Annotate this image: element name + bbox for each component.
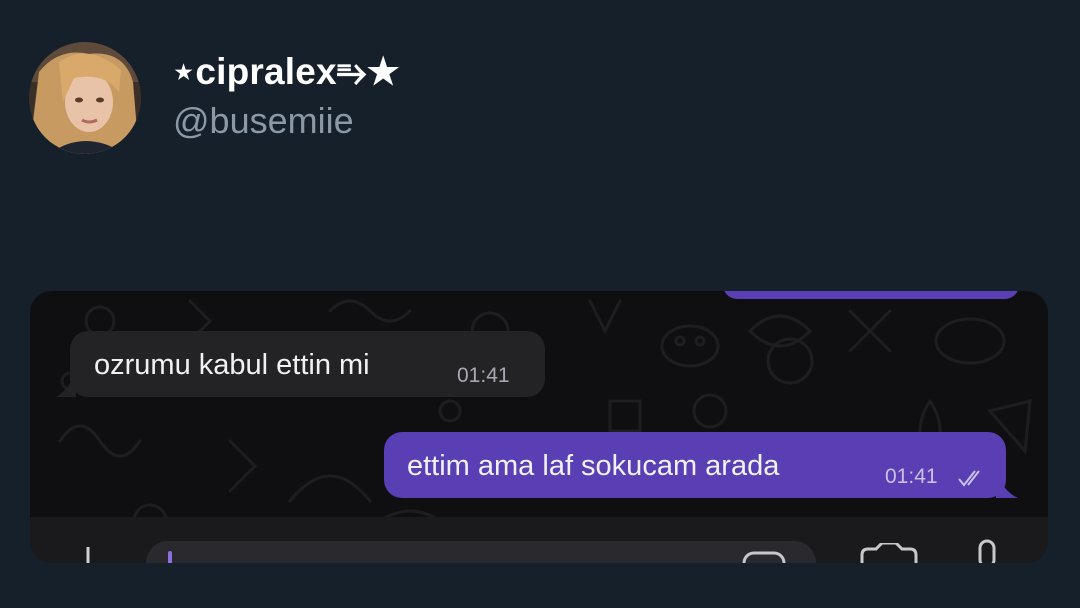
camera-icon[interactable] [858,543,920,563]
chat-screenshot-media[interactable]: ozrumu kabul ettin mi 01:41 ettim ama la… [30,291,1048,563]
avatar[interactable] [29,42,141,154]
text-caret [168,551,172,563]
display-name[interactable]: ⋆cipralex⥱★ [172,50,400,94]
message-input[interactable] [146,541,816,563]
mic-icon[interactable] [972,539,1002,563]
bubble-tail [996,472,1018,498]
outgoing-message-bubble[interactable]: ettim ama laf sokucam arada 01:41 [384,432,1018,498]
incoming-message-bubble[interactable]: ozrumu kabul ettin mi 01:41 [56,331,545,397]
user-handle[interactable]: @busemiie [173,100,354,142]
message-time: 01:41 [457,364,510,387]
plus-icon[interactable] [78,547,98,563]
message-composer [30,517,1048,563]
double-check-icon [958,470,980,487]
bubble-tail [56,371,76,397]
previous-message-bubble-edge [723,291,1019,299]
message-text: ozrumu kabul ettin mi [94,349,370,381]
message-text: ettim ama laf sokucam arada [407,450,780,482]
message-time: 01:41 [885,465,938,488]
avatar-photo [29,42,141,154]
emoji-icon[interactable] [742,551,788,563]
